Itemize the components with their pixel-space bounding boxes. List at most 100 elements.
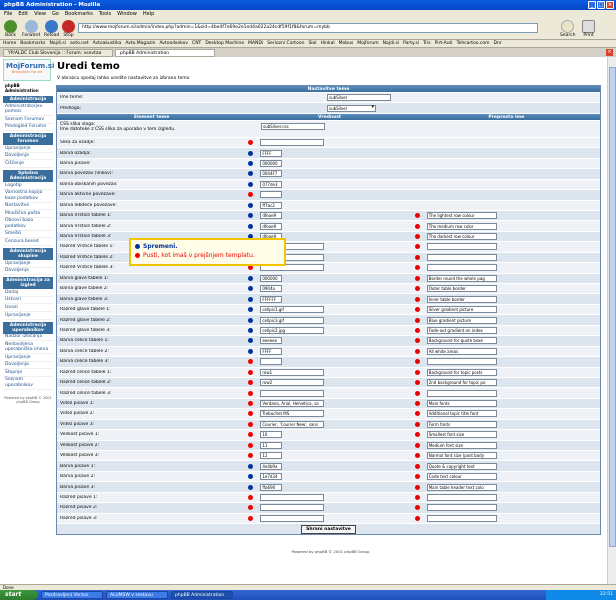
admin-link[interactable]: phpBB Administration: [3, 82, 53, 94]
simple-name-input[interactable]: Medium font size: [426, 441, 497, 449]
scrollbar-thumb[interactable]: [609, 67, 616, 547]
menu-item[interactable]: Tools: [99, 11, 111, 17]
search-button[interactable]: Search: [560, 20, 575, 38]
simple-name-input[interactable]: Main fonts: [426, 400, 497, 408]
sidebar-link[interactable]: Izvozi: [3, 304, 53, 312]
simple-name-input[interactable]: Background for quote boxe: [426, 337, 497, 345]
bookmark-item[interactable]: avto.net: [70, 41, 89, 46]
simple-name-input[interactable]: The darkest row colour: [426, 233, 497, 241]
print-button[interactable]: Print: [582, 20, 595, 38]
sidebar-link[interactable]: Nastavitve: [3, 203, 53, 211]
setting-input[interactable]: Trebuchet MS: [260, 410, 325, 418]
bookmark-item[interactable]: Tehcartoo.com: [457, 41, 490, 46]
setting-input[interactable]: 10: [260, 431, 283, 439]
sidebar-link[interactable]: Dovoljenja: [3, 362, 53, 370]
simple-name-input[interactable]: Smallest font size: [426, 431, 497, 439]
sidebar-link[interactable]: Nadzor izločanja: [3, 334, 53, 342]
sidebar-link[interactable]: Ustvari: [3, 297, 53, 305]
bookmark-item[interactable]: Bookmarks: [20, 41, 45, 46]
bookmark-item[interactable]: Avtoakustika: [93, 41, 122, 46]
bookmark-item[interactable]: Avtoodsekov: [159, 41, 188, 46]
stop-button[interactable]: Stop: [62, 20, 75, 38]
simple-name-input[interactable]: Additional topic title font: [426, 410, 497, 418]
simple-name-input[interactable]: Silver gradient picture: [426, 306, 497, 314]
setting-input[interactable]: 000000: [260, 274, 283, 282]
simple-name-input[interactable]: Blue gradient picture: [426, 316, 497, 324]
save-settings-button[interactable]: Shrani nastavitve: [301, 525, 356, 535]
close-window-button[interactable]: ×: [606, 1, 614, 9]
setting-input[interactable]: dfeae9: [260, 222, 283, 230]
simple-name-input[interactable]: Fade-out gradient on index: [426, 326, 497, 334]
setting-input[interactable]: [260, 389, 325, 397]
minimize-button[interactable]: _: [588, 1, 596, 9]
setting-input[interactable]: 000000: [260, 159, 283, 167]
simple-name-input[interactable]: Code text colour: [426, 473, 497, 481]
sidebar-link[interactable]: Nedovoljena uporabniška imena: [3, 341, 53, 355]
setting-input[interactable]: eeeeee: [260, 337, 283, 345]
sidebar-link[interactable]: Množična pošta: [3, 210, 53, 218]
simple-name-input[interactable]: [426, 264, 497, 272]
sidebar-link[interactable]: Seznam uporabnikov: [3, 377, 53, 390]
menu-item[interactable]: Go: [52, 11, 59, 17]
taskbar-item[interactable]: phpBB Administration: [171, 591, 233, 599]
maximize-button[interactable]: □: [597, 1, 605, 9]
setting-input[interactable]: [260, 504, 325, 512]
simple-name-input[interactable]: [426, 253, 497, 261]
reload-button[interactable]: Reload: [44, 20, 59, 38]
tab-admin[interactable]: phpBB Administration: [115, 49, 215, 57]
sidebar-link[interactable]: Dovoljenja: [3, 268, 53, 276]
bookmark-item[interactable]: Mobus: [339, 41, 354, 46]
start-button[interactable]: start: [0, 590, 38, 600]
sidebar-link[interactable]: Stopnje: [3, 369, 53, 377]
simple-name-input[interactable]: Normal font size (post body: [426, 452, 497, 460]
setting-input[interactable]: [260, 514, 325, 522]
sidebar-link[interactable]: Upravljanje: [3, 312, 53, 320]
setting-input[interactable]: FFFF: [260, 149, 283, 157]
setting-input[interactable]: 1e7d34: [260, 473, 283, 481]
setting-input[interactable]: dfeae9: [260, 212, 283, 220]
setting-input[interactable]: cellpic1.gif: [260, 306, 325, 314]
simple-name-input[interactable]: [426, 493, 497, 501]
simple-name-input[interactable]: [426, 358, 497, 366]
setting-input[interactable]: ff7ac2: [260, 201, 283, 209]
bookmark-item[interactable]: Pirt-Auti: [435, 41, 453, 46]
setting-input[interactable]: [260, 191, 283, 199]
setting-input[interactable]: [260, 358, 283, 366]
setting-input[interactable]: 077de3: [260, 180, 283, 188]
theme-name-input[interactable]: subSilver: [327, 94, 391, 102]
simple-name-input[interactable]: [426, 514, 497, 522]
sidebar-link[interactable]: Upravljanje: [3, 354, 53, 362]
bookmark-item[interactable]: MANDi: [248, 41, 263, 46]
bookmark-item[interactable]: Najdi.si: [49, 41, 66, 46]
menu-item[interactable]: Bookmarks: [65, 11, 93, 17]
setting-input[interactable]: FFFFFF: [260, 295, 283, 303]
bookmark-item[interactable]: Mojforum: [357, 41, 378, 46]
simple-name-input[interactable]: [426, 389, 497, 397]
menu-item[interactable]: File: [4, 11, 12, 17]
mojforum-logo[interactable]: MojForum.si Brezplačni Forum: [3, 59, 54, 81]
setting-input[interactable]: ffa690: [260, 483, 283, 491]
sidebar-link[interactable]: Upravljanje: [3, 260, 53, 268]
setting-input[interactable]: Courier, 'Courier New', sans: [260, 420, 325, 428]
setting-input[interactable]: row2: [260, 379, 325, 387]
setting-input[interactable]: 0904a: [260, 285, 283, 293]
setting-input[interactable]: row1: [260, 368, 325, 376]
sidebar-link[interactable]: Logotip: [3, 182, 53, 190]
setting-input[interactable]: [260, 139, 325, 147]
simple-name-input[interactable]: Background for topic posts: [426, 368, 497, 376]
simple-name-input[interactable]: Form fonts: [426, 420, 497, 428]
css-input[interactable]: subSilver.css: [261, 122, 325, 130]
simple-name-input[interactable]: 2nd background for topic po: [426, 379, 497, 387]
simple-name-input[interactable]: The medium row color: [426, 222, 497, 230]
bookmark-item[interactable]: Party.si: [403, 41, 419, 46]
bookmark-item[interactable]: Desktop Machine: [205, 41, 244, 46]
setting-input[interactable]: 12: [260, 452, 283, 460]
simple-name-input[interactable]: [426, 243, 497, 251]
sidebar-link[interactable]: Predogled Foruma: [3, 124, 53, 132]
sidebar-link[interactable]: Smeški: [3, 231, 53, 239]
simple-name-input[interactable]: Outer table border: [426, 285, 497, 293]
menu-item[interactable]: Help: [143, 11, 154, 17]
back-button[interactable]: Back: [4, 20, 17, 38]
bookmark-item[interactable]: Hinkal: [321, 41, 335, 46]
sidebar-link[interactable]: Dovoljenja: [3, 153, 53, 161]
